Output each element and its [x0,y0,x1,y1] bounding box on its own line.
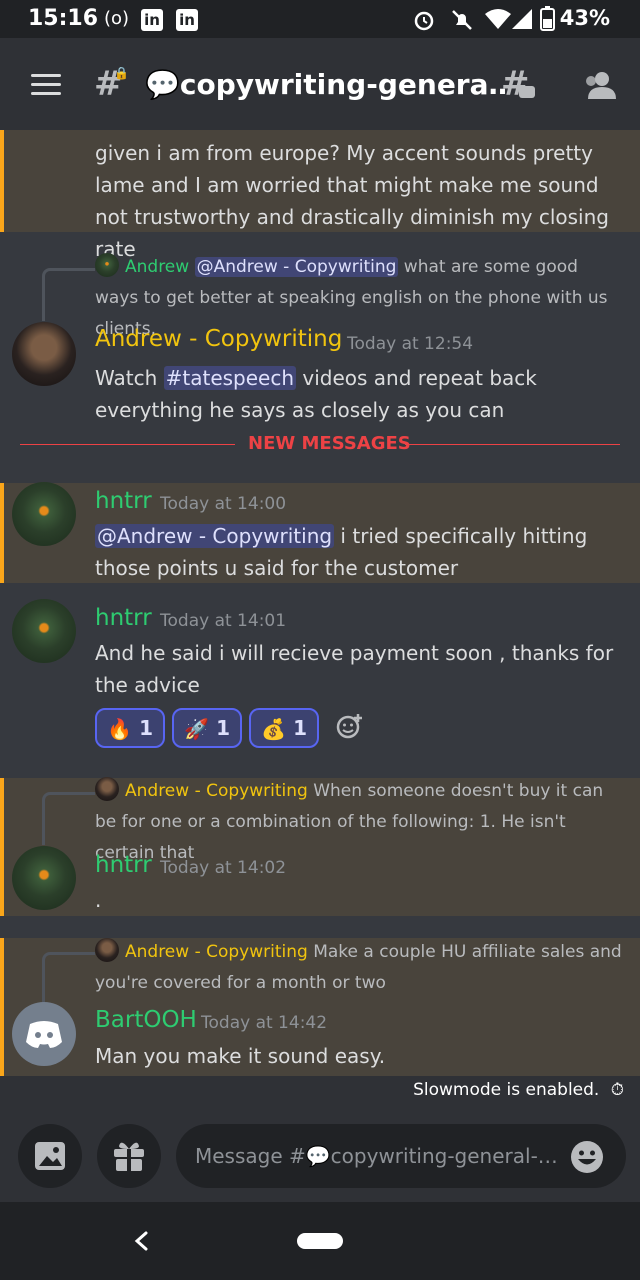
hamburger-icon[interactable] [31,74,61,96]
discord-logo-icon [26,1021,62,1048]
linkedin-icon: in [176,9,198,31]
mention[interactable]: @Andrew - Copywriting [194,257,399,277]
avatar[interactable] [12,599,76,663]
message-text: Man you make it sound easy. [95,1044,386,1068]
money-bag-icon: 💰 [261,717,286,741]
image-icon [35,1142,65,1170]
author-name[interactable]: hntrr [95,852,152,878]
channel-mention[interactable]: #tatespeech [163,366,297,390]
reaction-count: 1 [216,716,230,740]
author-name[interactable]: Andrew - Copywriting [95,326,342,352]
attach-image-button[interactable] [18,1124,82,1188]
message-text: given i am from europe? My accent sounds… [95,141,609,261]
timestamp: Today at 14:00 [160,494,287,514]
home-pill[interactable] [297,1233,343,1249]
wifi-icon [485,9,511,29]
status-time: 15:16 [28,6,99,31]
emoji-picker-icon[interactable] [570,1140,604,1174]
mention[interactable]: @Andrew - Copywriting [95,524,335,548]
reply-avatar [95,938,119,962]
radio-icon: (o) [104,8,130,29]
author-name[interactable]: BartOOH [95,1007,197,1033]
timestamp: Today at 14:01 [160,611,287,631]
message-text: @Andrew - Copywriting i tried specifical… [95,520,625,584]
slowmode-label: Slowmode is enabled. [413,1080,600,1100]
channel-title[interactable]: 💬copywriting-genera… [145,68,505,101]
timer-icon: ⏱ [610,1080,624,1100]
author-name[interactable]: hntrr [95,605,152,631]
reply-connector [42,952,95,1005]
reply-author: Andrew - Copywriting [125,781,308,801]
message-placeholder: Message #💬copywriting-general-… [195,1144,558,1168]
back-icon[interactable] [132,1230,152,1252]
battery-icon [540,6,555,31]
new-messages-label: NEW MESSAGES [248,433,411,454]
signal-icon [512,9,532,29]
divider-line [405,444,620,445]
avatar[interactable] [12,322,76,386]
reply-connector [42,268,95,321]
fire-icon: 🔥 [107,717,132,741]
reaction-fire[interactable]: 🔥 1 [95,708,165,748]
gift-button[interactable] [97,1124,161,1188]
timestamp: Today at 12:54 [347,334,474,354]
timestamp: Today at 14:42 [201,1013,328,1033]
message-text: Watch #tatespeech videos and repeat back… [95,362,625,426]
gift-icon [114,1142,144,1171]
avatar[interactable] [12,482,76,546]
message-text: And he said i will recieve payment soon … [95,641,614,697]
avatar[interactable] [12,1002,76,1066]
reaction-money-bag[interactable]: 💰 1 [249,708,319,748]
message-text-part: Watch [95,366,164,390]
rocket-icon: 🚀 [184,717,209,741]
message-list[interactable]: given i am from europe? My accent sounds… [0,130,640,1076]
reaction-rocket[interactable]: 🚀 1 [172,708,242,748]
reply-author: Andrew [125,257,190,277]
reply-preview[interactable]: Andrew - Copywriting Make a couple HU af… [95,937,625,999]
members-icon[interactable] [582,70,618,100]
reply-connector [42,792,95,845]
timestamp: Today at 14:02 [160,858,287,878]
reply-author: Andrew - Copywriting [125,942,308,962]
battery-percent: 43% [559,6,610,30]
threads-icon[interactable]: # [501,64,535,104]
avatar[interactable] [12,846,76,910]
reply-preview[interactable]: Andrew - Copywriting When someone doesn'… [95,776,625,869]
author-name[interactable]: hntrr [95,488,152,514]
reaction-count: 1 [139,716,153,740]
reply-avatar [95,253,119,277]
linkedin-icon: in [141,9,163,31]
alarm-icon [414,11,434,31]
reply-avatar [95,777,119,801]
divider-line [20,444,235,445]
locked-hash-icon: # 🔒 [94,64,129,104]
status-bar: 15:16 (o) in in 43% [0,0,640,38]
mute-icon [452,10,472,30]
reaction-count: 1 [293,716,307,740]
message-text: . [95,888,102,912]
slowmode-notice: Slowmode is enabled. ⏱ [413,1080,624,1100]
add-reaction-icon[interactable] [336,712,364,740]
